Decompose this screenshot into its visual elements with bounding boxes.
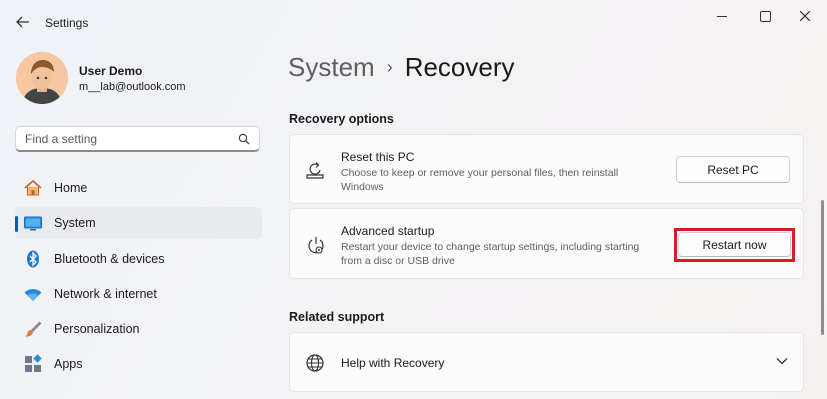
title-bar: Settings [0,0,827,44]
avatar [16,52,68,104]
minimize-icon [717,15,727,17]
minimize-button[interactable] [705,6,739,26]
monitor-icon [23,213,43,233]
apps-icon [23,354,43,374]
search-icon[interactable] [238,133,250,145]
close-icon [800,11,810,21]
sidebar-item-label: Personalization [54,322,140,337]
card-title: Reset this PC [341,150,415,164]
help-with-recovery-card[interactable]: Help with Recovery [289,332,804,392]
sidebar-item-label: Bluetooth & devices [54,251,165,266]
section-header-recovery-options: Recovery options [289,112,394,126]
advanced-startup-card: Advanced startup Restart your device to … [289,208,804,279]
breadcrumb: System › Recovery [288,52,515,83]
bluetooth-icon [23,249,43,269]
sidebar-item-apps[interactable]: Apps [15,348,262,380]
sidebar-item-bluetooth[interactable]: Bluetooth & devices [15,243,262,275]
globe-icon [306,354,324,372]
paintbrush-icon [23,319,43,339]
reset-pc-icon [306,162,324,179]
reset-pc-card: Reset this PC Choose to keep or remove y… [289,134,804,204]
sidebar-item-personalization[interactable]: Personalization [15,313,262,345]
sidebar-item-system[interactable]: System [15,207,262,240]
breadcrumb-separator: › [386,57,393,77]
chevron-down-icon[interactable] [776,357,788,365]
sidebar-nav: Home System Bluetooth & devices Network … [15,172,262,384]
back-arrow-icon[interactable] [12,12,34,32]
user-email: m__lab@outlook.com [79,81,186,93]
maximize-button[interactable] [748,6,782,26]
scrollbar[interactable] [821,200,824,335]
sidebar-item-label: System [54,216,96,231]
wifi-icon [23,284,43,304]
user-name: User Demo [79,64,143,78]
sidebar-item-home[interactable]: Home [15,172,262,204]
close-button[interactable] [788,6,822,26]
sidebar-item-network[interactable]: Network & internet [15,278,262,310]
page-title: Recovery [404,52,515,82]
card-title: Help with Recovery [341,356,445,370]
search-input[interactable] [25,132,225,146]
card-description: Choose to keep or remove your personal f… [341,167,619,193]
active-indicator [15,216,18,233]
card-title: Advanced startup [341,224,435,238]
section-header-related-support: Related support [289,310,385,324]
card-description: Restart your device to change startup se… [341,241,640,267]
reset-pc-button[interactable]: Reset PC [676,156,790,183]
sidebar-item-label: Network & internet [54,286,157,301]
search-box[interactable] [15,126,260,152]
sidebar-item-label: Home [54,181,88,195]
home-icon [23,178,43,198]
maximize-icon [759,10,771,22]
highlight-box [674,228,795,262]
sidebar-item-label: Apps [54,357,83,372]
breadcrumb-parent[interactable]: System [288,52,375,83]
app-title: Settings [45,16,89,30]
advanced-startup-icon [308,237,324,254]
